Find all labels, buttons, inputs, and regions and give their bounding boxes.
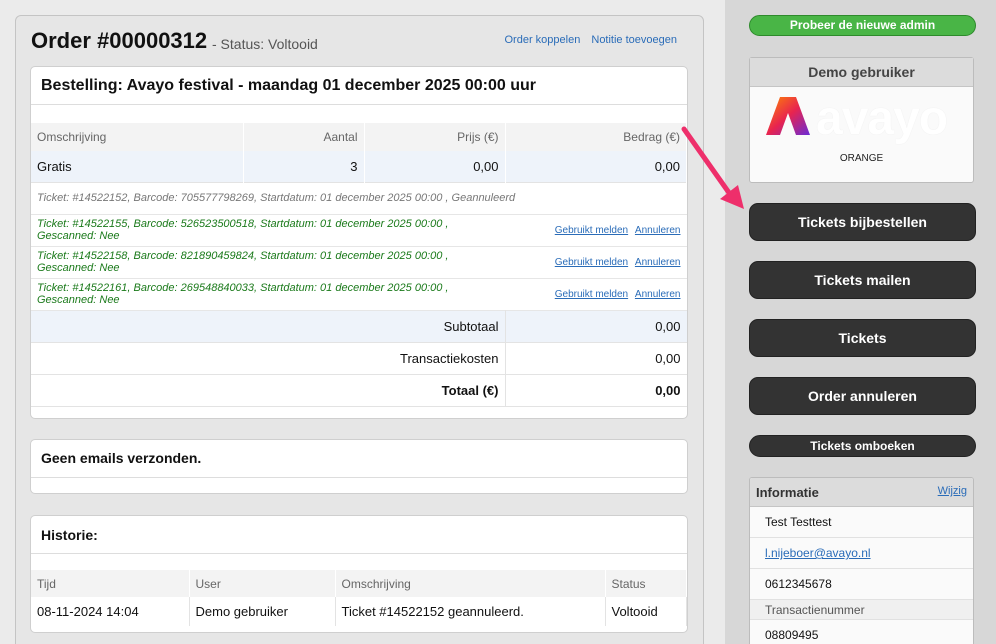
fees-row: Transactiekosten 0,00 [31,342,687,374]
tickets-bijbestellen-button[interactable]: Tickets bijbestellen [749,203,976,241]
col-tijd: Tijd [31,570,190,597]
history-table: Tijd User Omschrijving Status 08-11-2024… [31,554,687,626]
col-user: User [189,570,336,597]
total-row: Totaal (€) 0,00 [31,374,687,406]
fees-label: Transactiekosten [31,342,506,374]
organization-name: ORANGE [839,153,884,164]
info-header: Informatie Wijzig [750,478,973,507]
col-omschrijving: Omschrijving [335,570,606,597]
transaction-label: Transactienummer [750,600,973,620]
ticket-text: Ticket: #14522155, Barcode: 526523500518… [37,218,449,242]
spacer [31,105,687,123]
sidebar: Probeer de nieuwe admin Demo gebruiker a… [725,0,996,644]
history-time: 08-11-2024 14:04 [31,597,190,626]
pointer-arrow-icon [681,126,744,209]
col-omschrijving: Omschrijving [31,123,244,151]
order-status: - Status: Voltooid [212,36,318,52]
ticket-text: Ticket: #14522152, Barcode: 705577798269… [37,192,516,204]
line-description: Gratis [31,151,244,182]
subtotal-row: Subtotaal 0,00 [31,310,687,342]
info-card: Informatie Wijzig Test Testtest l.nijebo… [749,477,974,644]
fees-value: 0,00 [655,350,681,366]
history-card: Historie: Tijd User Omschrijving Status … [30,515,688,633]
gebruikt-melden-link[interactable]: Gebruikt melden [555,289,628,300]
transaction-number: 08809495 [750,620,973,644]
subtotal-value: 0,00 [655,318,681,334]
col-bedrag: Bedrag (€) [505,123,687,151]
booking-card: Bestelling: Avayo festival - maandag 01 … [30,66,688,419]
customer-email-row: l.nijeboer@avayo.nl [750,538,973,569]
avayo-logo: avayo [750,87,973,153]
gebruikt-melden-link[interactable]: Gebruikt melden [555,257,628,268]
col-prijs: Prijs (€) [364,123,506,151]
emails-title: Geen emails verzonden. [31,440,687,478]
total-label: Totaal (€) [31,374,506,406]
table-row: 08-11-2024 14:04 Demo gebruiker Ticket #… [31,597,687,626]
ticket-actions: Gebruikt melden Annuleren [505,278,687,310]
order-panel: Order #00000312 - Status: Voltooid Order… [15,15,704,644]
line-amount: 0,00 [505,151,687,182]
page-title: Order #00000312 [31,28,208,53]
edit-info-link[interactable]: Wijzig [938,485,967,497]
history-title: Historie: [31,516,687,554]
gebruikt-melden-link[interactable]: Gebruikt melden [555,225,628,236]
history-user: Demo gebruiker [189,597,336,626]
table-row: Gratis 3 0,00 0,00 [31,151,687,182]
info-title: Informatie [756,485,819,500]
col-status: Status [605,570,687,597]
ticket-row: Ticket: #14522155, Barcode: 526523500518… [31,214,687,246]
spacer [31,554,687,570]
customer-name: Test Testtest [750,507,973,538]
ticket-row: Ticket: #14522158, Barcode: 821890459824… [31,246,687,278]
account-title: Demo gebruiker [750,58,973,87]
ticket-row: Ticket: #14522152, Barcode: 705577798269… [31,182,687,214]
account-card: Demo gebruiker avayo ORANGE [749,57,974,183]
table-header: Omschrijving Aantal Prijs (€) Bedrag (€) [31,123,687,151]
annuleren-link[interactable]: Annuleren [635,257,681,268]
booking-title: Bestelling: Avayo festival - maandag 01 … [31,67,687,105]
link-notitie-toevoegen[interactable]: Notitie toevoegen [591,34,677,46]
table-header: Tijd User Omschrijving Status [31,570,687,597]
ticket-text: Ticket: #14522158, Barcode: 821890459824… [37,250,449,274]
avayo-logo-icon [766,97,810,135]
order-lines-table: Omschrijving Aantal Prijs (€) Bedrag (€)… [31,105,687,407]
ticket-actions: Gebruikt melden Annuleren [505,214,687,246]
line-price: 0,00 [364,151,506,182]
order-annuleren-button[interactable]: Order annuleren [749,377,976,415]
tickets-mailen-button[interactable]: Tickets mailen [749,261,976,299]
annuleren-link[interactable]: Annuleren [635,289,681,300]
history-status: Voltooid [605,597,687,626]
link-order-koppelen[interactable]: Order koppelen [504,34,580,46]
tickets-button[interactable]: Tickets [749,319,976,357]
history-description: Ticket #14522152 geannuleerd. [335,597,606,626]
col-aantal: Aantal [243,123,365,151]
line-quantity: 3 [243,151,365,182]
total-value: 0,00 [655,382,681,398]
ticket-text: Ticket: #14522161, Barcode: 269548840033… [37,282,449,306]
new-admin-button[interactable]: Probeer de nieuwe admin [749,15,976,36]
tickets-omboeken-button[interactable]: Tickets omboeken [749,435,976,457]
order-links: Order koppelen Notitie toevoegen [496,34,677,46]
emails-card: Geen emails verzonden. [30,439,688,494]
customer-phone: 0612345678 [750,569,973,600]
subtotal-label: Subtotaal [31,310,506,342]
ticket-actions: Gebruikt melden Annuleren [505,246,687,278]
ticket-row: Ticket: #14522161, Barcode: 269548840033… [31,278,687,310]
customer-email-link[interactable]: l.nijeboer@avayo.nl [765,546,871,560]
logo-wordmark: avayo [816,92,948,145]
annuleren-link[interactable]: Annuleren [635,225,681,236]
